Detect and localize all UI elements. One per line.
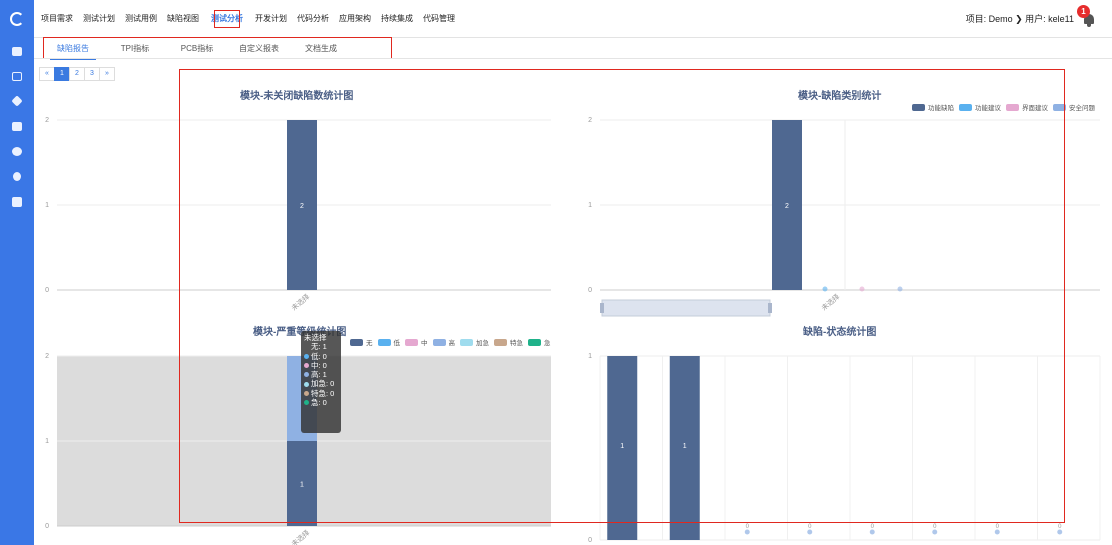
legend-swatch bbox=[405, 338, 418, 346]
zero-marker bbox=[932, 529, 938, 535]
chart-title-unclosed: 模块-未关闭缺陷数统计图 bbox=[240, 91, 354, 102]
datazoom-slider bbox=[601, 299, 771, 317]
bar-data-label: 0 bbox=[871, 524, 875, 530]
zero-marker bbox=[897, 286, 903, 292]
tooltip-row: 加急: 0 bbox=[304, 379, 338, 388]
legend-label: 无 bbox=[366, 340, 373, 347]
x-tick-label: 未选择 bbox=[289, 292, 311, 312]
zero-marker bbox=[744, 529, 750, 535]
legend-severity: 无 低 中 高 加急 特急 急 bbox=[350, 337, 556, 347]
legend-label: 功能缺陷 bbox=[928, 105, 954, 112]
legend-swatch bbox=[377, 338, 391, 346]
legend-swatch bbox=[350, 338, 363, 346]
zero-marker bbox=[859, 286, 865, 292]
legend-swatch bbox=[959, 103, 972, 111]
legend-label: 高 bbox=[448, 340, 456, 347]
bar-data-label: 0 bbox=[808, 524, 812, 530]
legend-item[interactable]: 加急 bbox=[460, 337, 489, 347]
tooltip-dot bbox=[304, 344, 309, 349]
tooltip-label: 低: 0 bbox=[311, 351, 327, 361]
legend-item[interactable]: 安全问题 bbox=[1053, 102, 1095, 112]
legend-item[interactable]: 低 bbox=[377, 337, 401, 347]
legend-swatch bbox=[1053, 103, 1066, 111]
tooltip-row: 低: 0 bbox=[304, 352, 338, 361]
datazoom-handle bbox=[600, 303, 604, 313]
charts-canvas: 0 1 2 2 未选择 0 1 2 2 未选择 0 1 2 1 未选择 0 1 1 1 0 0 0 0 0 0 bbox=[45, 117, 1101, 545]
bar-data-label: 0 bbox=[996, 524, 1000, 530]
legend-label: 功能建议 bbox=[975, 105, 1001, 112]
bar-data-label: 0 bbox=[933, 524, 937, 530]
bar-data-label: 2 bbox=[785, 203, 789, 210]
bar-data-label: 0 bbox=[1058, 524, 1062, 530]
legend-item[interactable]: 高 bbox=[432, 337, 456, 347]
legend-item[interactable]: 界面建议 bbox=[1006, 102, 1048, 112]
y-tick-label: 1 bbox=[45, 202, 49, 209]
legend-swatch bbox=[912, 103, 925, 111]
legend-label: 中 bbox=[421, 340, 428, 347]
tooltip-row: 急: 0 bbox=[304, 398, 338, 407]
y-tick-label: 0 bbox=[45, 523, 49, 530]
legend-item[interactable]: 中 bbox=[405, 337, 428, 347]
y-tick-label: 0 bbox=[45, 287, 49, 294]
legend-label: 安全问题 bbox=[1069, 105, 1095, 112]
legend-label: 急 bbox=[544, 340, 551, 347]
tooltip-dot bbox=[304, 353, 309, 359]
y-tick-label: 2 bbox=[588, 117, 592, 124]
y-tick-label: 1 bbox=[45, 438, 49, 445]
bar-data-label: 1 bbox=[620, 443, 624, 450]
chart-title-status: 缺陷-状态统计图 bbox=[803, 327, 877, 338]
zero-marker bbox=[869, 529, 875, 535]
y-tick-label: 1 bbox=[588, 353, 592, 360]
zero-marker bbox=[994, 529, 1000, 535]
tooltip-title: 未选择 bbox=[304, 333, 327, 342]
x-tick-label: 未选择 bbox=[289, 528, 311, 545]
tooltip-row: 特急: 0 bbox=[304, 389, 338, 398]
tooltip-label: 无: 1 bbox=[311, 342, 327, 352]
legend-label: 特急 bbox=[510, 340, 523, 347]
y-tick-label: 0 bbox=[588, 537, 592, 544]
tooltip-row: 中: 0 bbox=[304, 361, 338, 370]
severity-tooltip: 未选择 无: 1 低: 0 中: 0 高: 1 加急: 0 特急: 0 急: 0 bbox=[301, 331, 341, 433]
zero-marker bbox=[807, 529, 813, 535]
bar-data-label: 1 bbox=[300, 482, 304, 489]
chart-title-category: 模块-缺陷类别统计 bbox=[798, 91, 882, 102]
y-tick-label: 2 bbox=[45, 353, 49, 360]
tooltip-dot bbox=[304, 390, 309, 396]
y-tick-label: 1 bbox=[588, 202, 592, 209]
legend-item[interactable]: 特急 bbox=[494, 337, 523, 347]
legend-item[interactable]: 功能建议 bbox=[959, 102, 1001, 112]
legend-label: 加急 bbox=[476, 340, 489, 347]
legend-category: 功能缺陷 功能建议 界面建议 安全问题 bbox=[912, 102, 1100, 112]
datazoom-handle bbox=[768, 303, 772, 313]
tooltip-label: 中: 0 bbox=[311, 360, 327, 370]
zero-marker bbox=[822, 286, 828, 292]
legend-label: 界面建议 bbox=[1022, 105, 1048, 112]
tooltip-dot bbox=[304, 372, 309, 378]
legend-item[interactable]: 功能缺陷 bbox=[912, 102, 954, 112]
x-tick-label: 未选择 bbox=[819, 292, 841, 312]
tooltip-label: 加急: 0 bbox=[311, 379, 335, 389]
bar-data-label: 0 bbox=[746, 524, 750, 530]
zero-marker bbox=[1057, 529, 1063, 535]
legend-item[interactable]: 无 bbox=[350, 337, 373, 347]
legend-swatch bbox=[432, 338, 446, 346]
y-tick-label: 0 bbox=[588, 287, 592, 294]
tooltip-dot bbox=[304, 381, 309, 387]
tooltip-dot bbox=[304, 400, 309, 406]
legend-swatch bbox=[460, 338, 473, 346]
legend-item[interactable]: 急 bbox=[528, 337, 551, 347]
y-tick-label: 2 bbox=[45, 117, 49, 124]
tooltip-label: 特急: 0 bbox=[311, 388, 335, 398]
legend-swatch bbox=[1006, 103, 1019, 111]
bar-data-label: 1 bbox=[683, 443, 687, 450]
tooltip-dot bbox=[304, 363, 309, 369]
legend-swatch bbox=[528, 338, 541, 346]
bar-data-label: 2 bbox=[300, 203, 304, 210]
tooltip-label: 急: 0 bbox=[311, 398, 327, 408]
tooltip-row: 无: 1 bbox=[304, 342, 338, 351]
legend-label: 低 bbox=[393, 340, 401, 347]
legend-swatch bbox=[494, 338, 507, 346]
